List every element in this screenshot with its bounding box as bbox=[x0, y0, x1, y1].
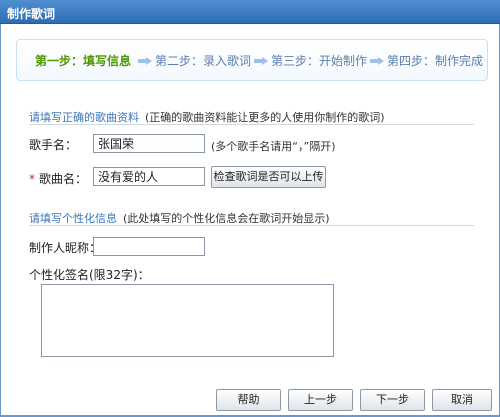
personal-section-note: (此处填写的个性化信息会在歌词开始显示) bbox=[123, 212, 330, 225]
song-name-input[interactable] bbox=[93, 167, 205, 186]
song-name-label: * 歌曲名： bbox=[29, 170, 87, 187]
singer-input[interactable] bbox=[93, 134, 205, 153]
help-button[interactable]: 帮助 bbox=[216, 389, 281, 411]
title-bar: 制作歌词 bbox=[0, 0, 500, 24]
signature-label: 个性化签名(限32字)： bbox=[29, 268, 150, 282]
singer-hint: (多个歌手名请用“，”隔开) bbox=[211, 140, 336, 153]
step-indicator: 第一步：填写信息 第二步：录入歌词 第三步：开始制作 第四步：制作完成 bbox=[16, 39, 488, 81]
step-4: 第四步：制作完成 bbox=[387, 54, 484, 68]
song-section-note: (正确的歌曲资料能让更多的人使用你制作的歌词) bbox=[145, 111, 385, 124]
nickname-input[interactable] bbox=[93, 237, 205, 256]
personal-section-title: 请填写个性化信息 (此处填写的个性化信息会在歌词开始显示) bbox=[29, 210, 330, 226]
step-arrow-icon bbox=[254, 57, 268, 65]
divider bbox=[29, 124, 474, 125]
step-3: 第三步：开始制作 bbox=[271, 54, 368, 68]
prev-step-button[interactable]: 上一步 bbox=[288, 389, 353, 411]
window-title: 制作歌词 bbox=[7, 7, 56, 21]
step-arrow-icon bbox=[138, 57, 152, 65]
song-section-title: 请填写正确的歌曲资料 (正确的歌曲资料能让更多的人使用你制作的歌词) bbox=[29, 109, 385, 125]
step-2: 第二步：录入歌词 bbox=[155, 54, 252, 68]
singer-label: 歌手名： bbox=[29, 138, 78, 152]
personal-section-heading: 请填写个性化信息 bbox=[29, 212, 117, 225]
step-arrow-icon bbox=[370, 57, 384, 65]
step-1: 第一步：填写信息 bbox=[35, 54, 132, 68]
song-section-heading: 请填写正确的歌曲资料 bbox=[29, 111, 139, 124]
nickname-label: 制作人昵称： bbox=[29, 241, 102, 255]
dialog-body: 第一步：填写信息 第二步：录入歌词 第三步：开始制作 第四步：制作完成 请填写正… bbox=[0, 24, 500, 417]
cancel-button[interactable]: 取消 bbox=[432, 389, 492, 411]
signature-textarea[interactable] bbox=[41, 284, 334, 357]
next-step-button[interactable]: 下一步 bbox=[360, 389, 425, 411]
song-name-label-text: 歌曲名： bbox=[39, 172, 88, 186]
check-lyrics-button[interactable]: 检查歌词是否可以上传 bbox=[211, 166, 326, 188]
divider bbox=[29, 225, 474, 226]
required-mark: * bbox=[29, 172, 35, 186]
